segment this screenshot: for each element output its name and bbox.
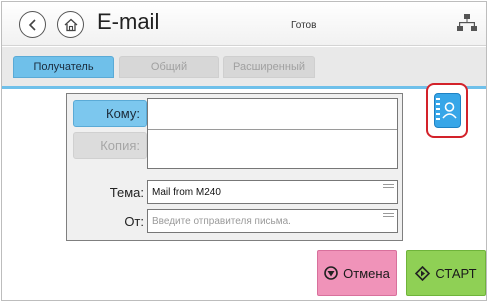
tab-general[interactable]: Общий xyxy=(119,56,219,78)
from-label: От: xyxy=(124,214,144,229)
tab-bar: Получатель Общий Расширенный xyxy=(2,47,486,89)
cc-button[interactable]: Копия: xyxy=(73,132,147,159)
subject-label: Тема: xyxy=(109,185,144,200)
home-button[interactable] xyxy=(57,11,84,38)
email-screen: E-mail Готов Получатель Общий Расширенны… xyxy=(1,1,487,301)
start-label: СТАРТ xyxy=(435,265,477,281)
tab-advanced[interactable]: Расширенный xyxy=(223,56,315,78)
address-book-button[interactable] xyxy=(426,83,468,138)
subject-value: Mail from M240 xyxy=(152,187,221,198)
start-icon xyxy=(415,265,431,281)
from-placeholder: Введите отправителя письма. xyxy=(152,216,291,227)
address-book-icon xyxy=(433,93,461,128)
back-arrow-icon xyxy=(28,18,36,31)
tab-recipient[interactable]: Получатель xyxy=(13,56,114,78)
network-icon xyxy=(457,14,477,31)
recipient-form-panel: Кому: Копия: Тема: Mail from M240 От: Вв… xyxy=(66,93,403,241)
start-button[interactable]: СТАРТ xyxy=(406,250,486,296)
page-title: E-mail xyxy=(97,9,160,34)
from-field[interactable]: Введите отправителя письма. xyxy=(147,209,398,233)
cc-field[interactable] xyxy=(148,130,397,168)
status-text: Готов xyxy=(291,20,317,31)
subject-field[interactable]: Mail from M240 xyxy=(147,180,398,204)
header-bar: E-mail Готов xyxy=(2,2,486,46)
tab-underline xyxy=(2,86,486,89)
cancel-label: Отмена xyxy=(343,265,390,281)
cancel-button[interactable]: Отмена xyxy=(317,250,397,296)
recipients-box[interactable] xyxy=(147,98,398,169)
home-icon xyxy=(64,18,77,31)
subject-handle-icon xyxy=(383,184,394,190)
to-field[interactable] xyxy=(148,99,397,129)
back-button[interactable] xyxy=(19,11,46,38)
to-button[interactable]: Кому: xyxy=(73,100,147,127)
from-handle-icon xyxy=(383,213,394,219)
stop-icon xyxy=(324,266,338,280)
